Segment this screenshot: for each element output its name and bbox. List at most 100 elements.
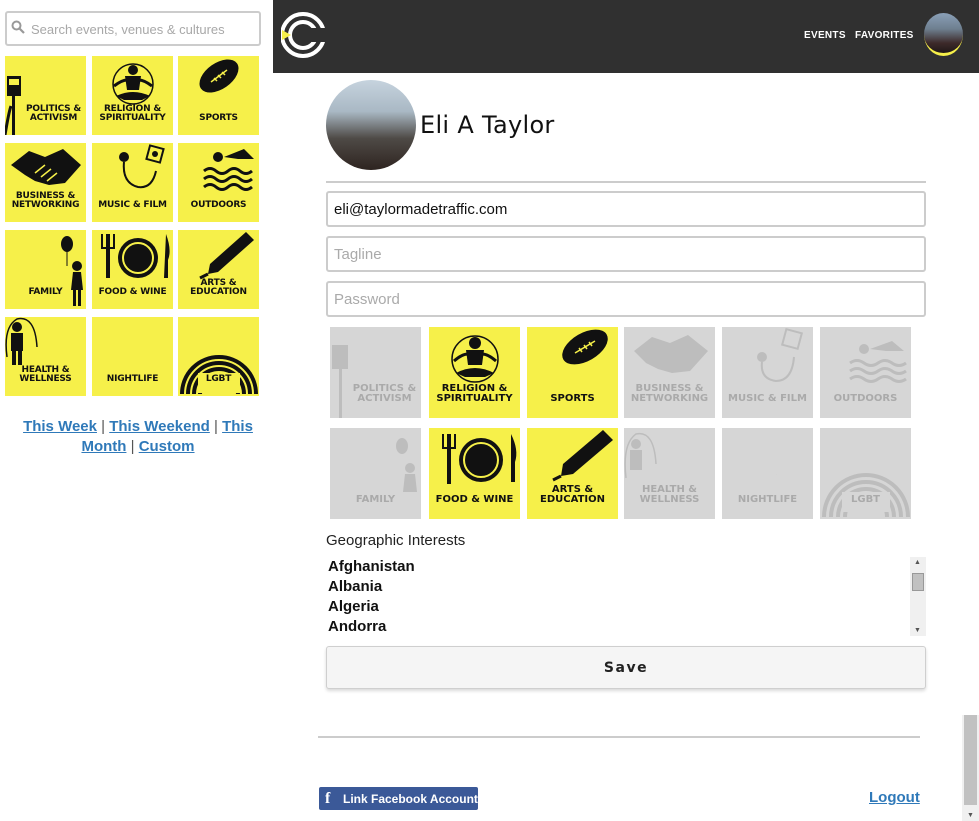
geo-option[interactable]: Algeria — [326, 597, 926, 617]
category-label: Business & Networking — [11, 191, 80, 210]
interest-label: Arts & Education — [540, 484, 605, 505]
logo-icon[interactable] — [281, 8, 327, 62]
interest-tile-politics[interactable]: Politics & Activism — [330, 327, 421, 418]
rainbow-icon — [822, 473, 910, 518]
separator: | — [130, 438, 135, 455]
category-label: Sports — [199, 113, 238, 123]
link-facebook-label: Link Facebook Account — [343, 792, 478, 806]
geo-interests-select[interactable]: Afghanistan Albania Algeria Andorra ▲ ▼ — [326, 557, 926, 636]
left-sidebar: Politics & Activism Religion & Spiritual… — [0, 0, 273, 821]
category-tile-family[interactable]: Family — [5, 230, 86, 309]
category-label: Family — [28, 287, 63, 297]
top-header: EVENTS FAVORITES — [273, 0, 979, 73]
interest-tile-lgbt[interactable]: LGBT — [820, 428, 911, 519]
nav-favorites[interactable]: FAVORITES — [855, 30, 914, 41]
category-label: Arts & Education — [190, 278, 247, 297]
category-tile-health[interactable]: Health & Wellness — [5, 317, 86, 396]
category-tile-business[interactable]: Business & Networking — [5, 143, 86, 222]
link-this-weekend[interactable]: This Weekend — [109, 418, 210, 435]
plate-fork-knife-icon — [101, 234, 170, 278]
scroll-down-icon[interactable]: ▼ — [914, 627, 921, 634]
category-tile-music[interactable]: Music & Film — [92, 143, 173, 222]
logout-link[interactable]: Logout — [869, 789, 920, 806]
moon-icon — [119, 319, 158, 358]
category-label: Health & Wellness — [19, 365, 72, 384]
geo-option[interactable]: Andorra — [326, 617, 926, 636]
separator: | — [214, 418, 218, 435]
category-tile-lgbt[interactable]: LGBT — [178, 317, 259, 396]
interest-label: Politics & Activism — [352, 383, 417, 404]
divider — [326, 181, 926, 183]
headphones-icon — [757, 327, 804, 383]
rainbow-icon — [180, 355, 258, 395]
protest-sign-icon — [5, 76, 21, 135]
interest-tile-music[interactable]: Music & Film — [722, 327, 813, 418]
meditation-icon — [451, 335, 499, 383]
scrollbar-thumb[interactable] — [912, 573, 924, 591]
category-tile-sports[interactable]: Sports — [178, 56, 259, 135]
jump-rope-icon — [624, 432, 657, 479]
category-label: Outdoors — [190, 200, 247, 210]
moon-icon — [754, 432, 796, 475]
category-tile-arts[interactable]: Arts & Education — [178, 230, 259, 309]
search-box — [5, 11, 261, 46]
user-avatar[interactable] — [924, 13, 963, 56]
category-label: LGBT — [205, 374, 232, 384]
password-field[interactable] — [328, 283, 924, 315]
swimmer-icon — [849, 341, 907, 383]
swimmer-icon — [203, 149, 254, 191]
geo-option[interactable]: Albania — [326, 577, 926, 597]
category-tile-food[interactable]: Food & Wine — [92, 230, 173, 309]
email-field[interactable] — [328, 193, 924, 225]
headphones-icon — [119, 144, 165, 189]
link-custom[interactable]: Custom — [139, 438, 195, 455]
scrollbar-thumb[interactable] — [964, 715, 977, 805]
email-field-box — [326, 191, 926, 227]
interest-tile-nightlife[interactable]: Nightlife — [722, 428, 813, 519]
page-scrollbar[interactable]: ▼ — [962, 715, 979, 821]
profile-avatar[interactable] — [326, 80, 416, 170]
plate-fork-knife-icon — [442, 434, 517, 484]
category-tile-nightlife[interactable]: Nightlife — [92, 317, 173, 396]
tagline-field[interactable] — [328, 238, 924, 270]
interest-tile-business[interactable]: Business & Networking — [624, 327, 715, 418]
scroll-down-icon[interactable]: ▼ — [967, 812, 974, 819]
interest-tile-health[interactable]: Health & Wellness — [624, 428, 715, 519]
password-field-box — [326, 281, 926, 317]
interest-label: Food & Wine — [435, 494, 514, 505]
category-label: Politics & Activism — [25, 104, 82, 123]
interest-label: Family — [355, 494, 396, 505]
interest-label: LGBT — [850, 494, 881, 505]
pen-icon — [552, 430, 613, 482]
interest-label: Music & Film — [728, 393, 807, 404]
category-label: Food & Wine — [98, 287, 167, 297]
geo-option[interactable]: Afghanistan — [326, 557, 926, 577]
time-filter-links: This Week | This Weekend | This Month | … — [10, 417, 266, 457]
link-facebook-button[interactable]: f Link Facebook Account — [319, 787, 478, 810]
interest-label: Religion & Spirituality — [436, 383, 513, 404]
handshake-icon — [11, 149, 81, 185]
category-tile-religion[interactable]: Religion & Spirituality — [92, 56, 173, 135]
interest-tile-sports[interactable]: Sports — [527, 327, 618, 418]
interest-label: Health & Wellness — [639, 484, 700, 505]
scroll-up-icon[interactable]: ▲ — [914, 559, 921, 566]
interest-tile-religion[interactable]: Religion & Spirituality — [429, 327, 520, 418]
nav-events[interactable]: EVENTS — [804, 30, 846, 41]
interest-tile-arts[interactable]: Arts & Education — [527, 428, 618, 519]
category-tile-politics[interactable]: Politics & Activism — [5, 56, 86, 135]
category-tile-outdoors[interactable]: Outdoors — [178, 143, 259, 222]
profile-form: Eli A Taylor Politics & Activism Religio… — [273, 73, 979, 821]
interest-tile-food[interactable]: Food & Wine — [429, 428, 520, 519]
jump-rope-icon — [5, 317, 38, 365]
search-icon — [11, 20, 25, 34]
search-input[interactable] — [31, 19, 257, 39]
balloon-child-icon — [396, 438, 417, 492]
interest-tile-family[interactable]: Family — [330, 428, 421, 519]
protest-sign-icon — [332, 345, 348, 418]
geo-scrollbar[interactable]: ▲ ▼ — [910, 557, 926, 636]
link-this-week[interactable]: This Week — [23, 418, 97, 435]
geo-interests-label: Geographic Interests — [326, 532, 466, 549]
category-label: Religion & Spirituality — [99, 104, 166, 123]
save-button[interactable]: Save — [326, 646, 926, 689]
interest-tile-outdoors[interactable]: Outdoors — [820, 327, 911, 418]
